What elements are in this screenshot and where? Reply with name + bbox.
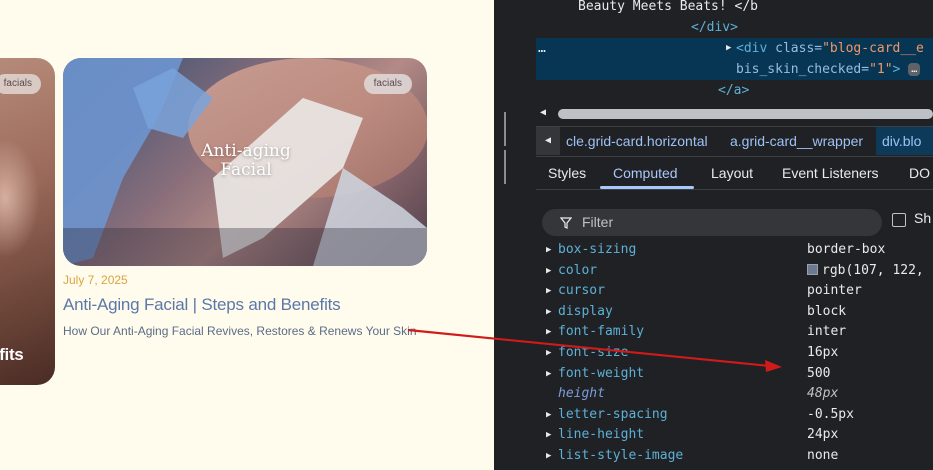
property-value: none [807,446,838,467]
property-name: height [558,386,605,402]
property-name: line-height [558,427,645,443]
property-value: 48px [807,384,838,405]
computed-property-row[interactable]: ▶ box-sizing border-box [536,240,933,261]
expand-triangle-icon[interactable]: ▶ [546,364,551,385]
category-tag[interactable]: facials [0,74,41,94]
property-name: box-sizing [558,242,637,257]
expand-triangle-icon[interactable]: ▶ [546,425,551,446]
expand-triangle-icon[interactable]: ▶ [726,38,731,59]
previous-blog-card[interactable]: facials efits [0,58,55,385]
filter-input[interactable]: Filter [542,209,882,236]
computed-properties-list: ▶ box-sizing border-box ▶ color rgb(107, 122,… [536,240,933,467]
expand-triangle-icon[interactable]: ▶ [546,405,551,426]
property-value-text: border-box [807,242,886,257]
dom-node-close-div[interactable]: </div> [691,17,738,38]
property-value: block [807,302,846,323]
property-value-text: pointer [807,283,862,299]
computed-property-row[interactable]: ▶ font-family inter [536,322,933,343]
dom-breadcrumbs: ◀ cle.grid-card.horizontal a.grid-card__… [536,126,933,156]
post-excerpt: How Our Anti-Aging Facial Revives, Resto… [63,324,417,338]
filter-placeholder: Filter [582,214,614,230]
computed-property-row[interactable]: ▶ list-style-image none [536,446,933,467]
scroll-left-icon[interactable]: ◀ [540,107,546,118]
property-value: border-box [807,240,885,261]
blog-card-image[interactable]: facials Anti-aging Facial [63,58,427,266]
property-value-text: none [807,447,839,463]
property-value-text: 500 [807,365,831,381]
filter-icon [559,217,573,232]
property-name: display [558,303,613,319]
property-name: font-size [558,344,629,360]
computed-property-row[interactable]: ▶ font-size 16px [536,343,933,364]
active-tab-indicator [600,186,694,189]
computed-property-row[interactable]: ▶ color rgb(107, 122, [536,261,933,282]
expand-triangle-icon[interactable]: ▶ [546,446,551,467]
show-all-label: Sh [914,210,932,226]
property-name: cursor [558,283,605,299]
property-value: inter [807,322,846,343]
property-value: 500 [807,364,830,385]
property-value: -0.5px [807,405,854,426]
category-tag[interactable]: facials [363,74,412,94]
blog-page: facials efits facials Anti-aging Facial … [0,0,494,470]
post-date: July 7, 2025 [63,273,128,287]
breadcrumb-item[interactable]: cle.grid-card.horizontal [560,127,714,155]
scrollbar-thumb[interactable] [558,109,933,119]
card-image [0,138,40,258]
computed-property-row[interactable]: ▶ letter-spacing -0.5px [536,405,933,426]
expand-triangle-icon[interactable]: ▶ [546,343,551,364]
property-value-text: rgb(107, 122, [822,262,924,278]
elements-dom-tree: Beauty Meets Beats! </b </div> … ▶ <div … [536,0,933,104]
computed-property-row[interactable]: ▶ font-weight 500 [536,364,933,385]
tab-styles[interactable]: Styles [548,157,586,190]
property-value-text: 16px [807,344,839,360]
property-value-text: 24px [807,427,839,443]
devtools-panel: Beauty Meets Beats! </b </div> … ▶ <div … [494,0,933,470]
horizontal-scrollbar[interactable]: ◀ [536,106,933,122]
expand-triangle-icon[interactable]: ▶ [546,302,551,323]
node-actions-icon[interactable]: … [538,38,546,59]
post-title-link[interactable]: Anti-Aging Facial | Steps and Benefits [63,295,341,315]
property-value-text: 48px [807,386,839,402]
property-value-text: -0.5px [807,406,854,422]
show-all-checkbox[interactable] [892,213,906,227]
styles-pane-tabs: Styles Computed Layout Event Listeners D… [536,156,933,190]
expand-triangle-icon[interactable]: ▶ [546,261,551,282]
breadcrumb-scroll-left-icon[interactable]: ◀ [536,127,560,155]
tab-dom-breakpoints[interactable]: DO [909,157,930,190]
property-value-text: block [807,303,847,319]
color-swatch[interactable] [807,263,818,275]
computed-property-row[interactable]: height 48px [536,384,933,405]
breadcrumb-item-active[interactable]: div.blo [876,127,933,155]
computed-filter-row: Filter Sh [536,206,933,238]
tab-layout[interactable]: Layout [711,157,753,190]
devtools-gutter [494,0,536,470]
property-value: 24px [807,425,838,446]
property-value: rgb(107, 122, [807,261,924,282]
property-name: font-weight [558,365,645,381]
dom-node-close-a[interactable]: </a> [718,80,749,101]
property-value: 16px [807,343,838,364]
property-name: list-style-image [558,447,684,463]
expand-triangle-icon[interactable]: ▶ [546,322,551,343]
card-overlay-title: efits [0,345,24,364]
dom-node-text[interactable]: Beauty Meets Beats! </b [578,0,758,17]
computed-property-row[interactable]: ▶ cursor pointer [536,281,933,302]
property-name: font-family [558,324,645,340]
expand-triangle-icon[interactable]: ▶ [546,240,551,261]
breadcrumb-item[interactable]: a.grid-card__wrapper [724,127,869,155]
collapsed-children-badge[interactable]: … [908,63,921,76]
property-value: pointer [807,281,862,302]
dom-node-selected[interactable]: … ▶ <div class="blog-card__e [536,38,933,59]
property-name: color [558,262,598,278]
computed-property-row[interactable]: ▶ display block [536,302,933,323]
computed-property-row[interactable]: ▶ line-height 24px [536,425,933,446]
expand-triangle-icon[interactable]: ▶ [546,281,551,302]
image-overlay-title: Anti-aging Facial [201,141,291,180]
property-value-text: inter [807,324,847,340]
panel-resize-handle[interactable] [504,112,510,184]
dom-node-selected-cont[interactable]: bis_skin_checked="1"> … [536,59,933,80]
property-name: letter-spacing [558,406,668,422]
tab-event-listeners[interactable]: Event Listeners [782,157,879,190]
